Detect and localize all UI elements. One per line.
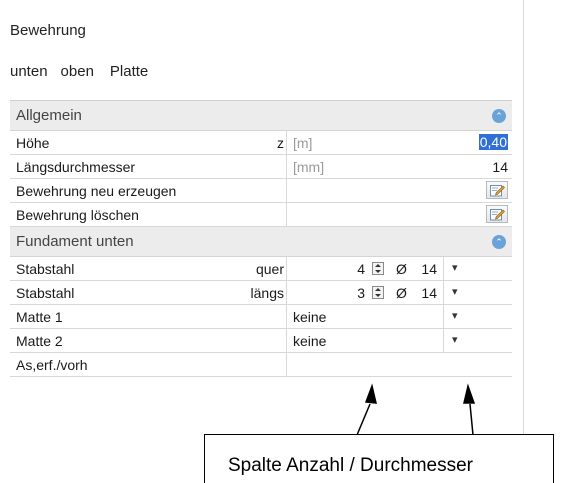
edit-button[interactable] [486,181,508,199]
diameter-symbol: Ø [396,285,407,301]
category-label: Fundament unten [16,233,134,250]
property-name: As,erf./vorh [16,357,88,373]
annotation-callout: Spalte Anzahl / Durchmesser [204,434,554,483]
edit-icon [490,209,505,221]
property-row-matte-2[interactable]: Matte 2 keine ▾ [10,329,512,353]
column-divider [286,203,287,226]
column-divider [286,281,287,304]
property-name: Höhe [16,135,50,151]
panel-title: Bewehrung [10,22,86,39]
tab-platte[interactable]: Platte [110,63,148,80]
chevron-down-icon[interactable]: ▾ [452,285,458,298]
column-divider [443,281,444,304]
property-direction: längs [250,285,284,301]
property-symbol: z [277,135,284,151]
hoehe-value-field[interactable]: 0,40 [478,134,508,150]
property-grid: Allgemein ⌃ Höhe z [m] 0,40 Längsdurchme… [10,100,512,377]
bar-count-field[interactable]: 3 [341,285,365,301]
diameter-field[interactable]: 14 [417,261,437,277]
property-name: Stabstahl [16,285,75,301]
property-name: Bewehrung löschen [16,207,139,223]
property-row-as[interactable]: As,erf./vorh [10,353,512,377]
column-divider [286,131,287,154]
tab-unten[interactable]: unten [10,63,48,80]
property-unit: [m] [293,135,313,151]
chevron-down-icon[interactable]: ▾ [452,309,458,322]
properties-panel: Bewehrung unten oben Platte Allgemein ⌃ … [0,0,524,483]
edit-button[interactable] [486,205,508,223]
collapse-icon[interactable]: ⌃ [492,235,506,249]
property-name: Stabstahl [16,261,75,277]
property-row-laengsdurchmesser[interactable]: Längsdurchmesser [mm] 14 [10,155,512,179]
property-direction: quer [255,261,284,277]
category-fundament-unten[interactable]: Fundament unten ⌃ [10,227,512,257]
reinforcement-tabs: unten oben Platte [10,63,148,80]
property-name: Matte 1 [16,309,63,325]
column-divider [286,353,287,376]
property-name: Matte 2 [16,333,63,349]
chevron-down-icon[interactable]: ▾ [452,261,458,274]
property-row-bewehrung-loeschen[interactable]: Bewehrung löschen [10,203,512,227]
property-row-matte-1[interactable]: Matte 1 keine ▾ [10,305,512,329]
edit-icon [490,185,505,197]
mesh-select-value[interactable]: keine [293,309,326,325]
column-divider [286,155,287,178]
property-row-bewehrung-neu[interactable]: Bewehrung neu erzeugen [10,179,512,203]
column-divider [286,179,287,202]
property-name: Längsdurchmesser [16,159,136,175]
column-divider [443,305,444,328]
category-allgemein[interactable]: Allgemein ⌃ [10,101,512,131]
collapse-icon[interactable]: ⌃ [492,109,506,123]
mesh-select-value[interactable]: keine [293,333,326,349]
property-row-hoehe[interactable]: Höhe z [m] 0,40 [10,131,512,155]
column-divider [443,257,444,280]
diameter-field[interactable]: 14 [417,285,437,301]
spinner-icon[interactable] [372,286,384,299]
laengsdurchmesser-value-field[interactable]: 14 [492,159,508,175]
chevron-down-icon[interactable]: ▾ [452,333,458,346]
diameter-symbol: Ø [396,261,407,277]
category-label: Allgemein [16,107,82,124]
column-divider [286,329,287,352]
spinner-icon[interactable] [372,262,384,275]
callout-text: Spalte Anzahl / Durchmesser [228,455,474,476]
tab-oben[interactable]: oben [61,63,94,80]
property-name: Bewehrung neu erzeugen [16,183,177,199]
column-divider [286,257,287,280]
property-unit: [mm] [293,159,325,175]
property-row-stabstahl-laengs[interactable]: Stabstahl längs 3 Ø 14 ▾ [10,281,512,305]
column-divider [286,305,287,328]
bar-count-field[interactable]: 4 [341,261,365,277]
property-row-stabstahl-quer[interactable]: Stabstahl quer 4 Ø 14 ▾ [10,257,512,281]
column-divider [443,329,444,352]
